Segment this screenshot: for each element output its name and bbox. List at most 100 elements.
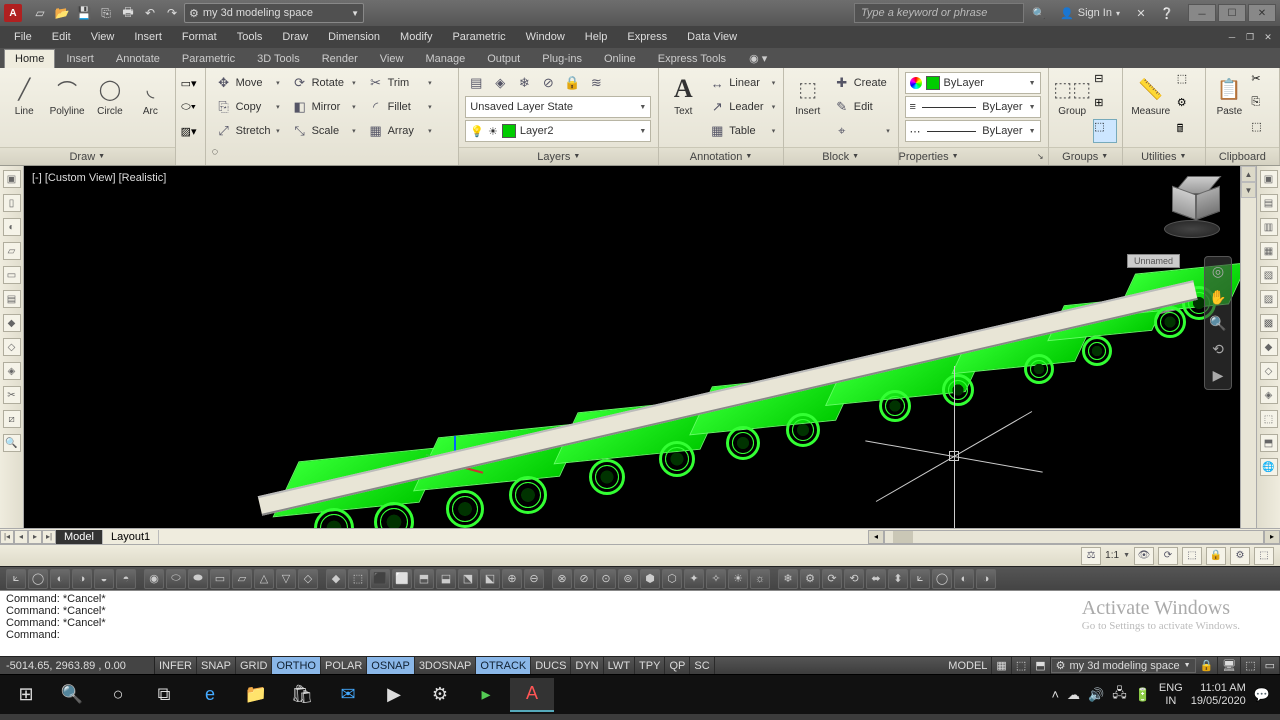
hscroll-left-icon[interactable]: ◂ xyxy=(868,530,884,544)
nav-wheel-icon[interactable]: ◎ xyxy=(1208,261,1228,281)
vertical-scrollbar[interactable]: ▲▼ xyxy=(1240,166,1256,528)
mail-icon[interactable]: ✉ xyxy=(326,678,370,712)
rt-2-icon[interactable]: ▤ xyxy=(1260,194,1278,212)
lt-presspull-icon[interactable]: ▤ xyxy=(3,290,21,308)
mirror-button[interactable]: ◧Mirror▾ xyxy=(288,96,360,118)
mdi-close-icon[interactable]: ✕ xyxy=(1260,30,1276,44)
qat-saveas-icon[interactable]: ⎘ xyxy=(98,5,114,21)
menu-edit[interactable]: Edit xyxy=(42,29,81,45)
bottomtool-11-icon[interactable]: △ xyxy=(254,569,274,589)
store-icon[interactable]: 🛍 xyxy=(280,678,324,712)
nav-pan-icon[interactable]: ✋ xyxy=(1208,287,1228,307)
array-button[interactable]: ▦Array▾ xyxy=(364,120,436,142)
bottomtool-15-icon[interactable]: ⬚ xyxy=(348,569,368,589)
block-create-button[interactable]: ✚Create xyxy=(830,72,894,94)
copy-button[interactable]: ⎘Copy▾ xyxy=(212,96,284,118)
bottomtool-28-icon[interactable]: ⬢ xyxy=(640,569,660,589)
layer-off-icon[interactable]: ⊘ xyxy=(537,72,559,94)
status-toggle-qp[interactable]: QP xyxy=(665,657,690,674)
trim-button[interactable]: ✂Trim▾ xyxy=(364,72,436,94)
rt-5-icon[interactable]: ▧ xyxy=(1260,266,1278,284)
tray-onedrive-icon[interactable]: ☁ xyxy=(1067,687,1080,703)
ribbon-tab-expresstools[interactable]: Express Tools xyxy=(647,49,737,68)
nav-zoom-icon[interactable]: 🔍 xyxy=(1208,313,1228,333)
text-button[interactable]: A Text xyxy=(665,72,701,119)
bottomtool-5-icon[interactable]: ◓ xyxy=(116,569,136,589)
autocad-taskbar-icon[interactable]: A xyxy=(510,678,554,712)
menu-express[interactable]: Express xyxy=(617,29,677,45)
bottomtool-35-icon[interactable]: ⚙ xyxy=(800,569,820,589)
rt-1-icon[interactable]: ▣ xyxy=(1260,170,1278,188)
layer-match-icon[interactable]: ≋ xyxy=(585,72,607,94)
stretch-button[interactable]: ⤢Stretch▾ xyxy=(212,120,284,142)
bottomtool-42-icon[interactable]: ◐ xyxy=(954,569,974,589)
scale-button[interactable]: ⤡Scale▾ xyxy=(288,120,360,142)
bottomtool-43-icon[interactable]: ◑ xyxy=(976,569,996,589)
lt-revolve-icon[interactable]: ◐ xyxy=(3,218,21,236)
menu-view[interactable]: View xyxy=(81,29,125,45)
ungroup-icon[interactable]: ⊟ xyxy=(1094,72,1116,94)
rt-9-icon[interactable]: ◇ xyxy=(1260,362,1278,380)
status-grid-icon[interactable]: ▦ xyxy=(992,657,1011,674)
tab-nav-last-icon[interactable]: ▸| xyxy=(42,530,56,544)
lt-box-icon[interactable]: ▣ xyxy=(3,170,21,188)
copy-clip-icon[interactable]: ⎘ xyxy=(1251,96,1273,118)
circle-button[interactable]: ◯Circle xyxy=(92,72,128,119)
linear-button[interactable]: ↔Linear▾ xyxy=(705,72,779,94)
bottomtool-37-icon[interactable]: ⟲ xyxy=(844,569,864,589)
mdi-minimize-icon[interactable]: － xyxy=(1224,30,1240,44)
bottomtool-0-icon[interactable]: ⟀ xyxy=(6,569,26,589)
bottomtool-13-icon[interactable]: ◇ xyxy=(298,569,318,589)
rt-4-icon[interactable]: ▦ xyxy=(1260,242,1278,260)
explorer-icon[interactable]: 📁 xyxy=(234,678,278,712)
bottomtool-41-icon[interactable]: ◯ xyxy=(932,569,952,589)
bottomtool-27-icon[interactable]: ⊚ xyxy=(618,569,638,589)
bottomtool-14-icon[interactable]: ◆ xyxy=(326,569,346,589)
erase-icon[interactable]: ◌ xyxy=(212,146,234,168)
anno-ws-icon[interactable]: ⬚ xyxy=(1182,547,1202,565)
select-all-icon[interactable]: ⬚ xyxy=(1177,72,1199,94)
viewport[interactable]: [-] [Custom View] [Realistic] xyxy=(24,166,1240,528)
mdi-restore-icon[interactable]: ❐ xyxy=(1242,30,1258,44)
ribbon-tab-view[interactable]: View xyxy=(369,49,415,68)
tab-nav-first-icon[interactable]: |◂ xyxy=(0,530,14,544)
ribbon-tab-home[interactable]: Home xyxy=(4,49,55,68)
rt-13-icon[interactable]: 🌐 xyxy=(1260,458,1278,476)
bottomtool-24-icon[interactable]: ⊗ xyxy=(552,569,572,589)
menu-modify[interactable]: Modify xyxy=(390,29,442,45)
menu-dimension[interactable]: Dimension xyxy=(318,29,390,45)
ribbon-focus-icon[interactable]: ◉ ▾ xyxy=(743,49,773,68)
rectangle-icon[interactable]: ▭▾ xyxy=(178,72,200,94)
help-icon[interactable]: ❔ xyxy=(1156,3,1178,23)
paste-button[interactable]: 📋 Paste xyxy=(1211,72,1247,119)
status-clean-icon[interactable]: ▭ xyxy=(1261,657,1280,674)
lt-slice-icon[interactable]: ⧄ xyxy=(3,410,21,428)
status-toggle-snap[interactable]: SNAP xyxy=(197,657,236,674)
menu-parametric[interactable]: Parametric xyxy=(442,29,515,45)
viewport-label[interactable]: [-] [Custom View] [Realistic] xyxy=(32,172,166,184)
anno-scale-icon[interactable]: ⚖ xyxy=(1081,547,1101,565)
status-toggle-tpy[interactable]: TPY xyxy=(635,657,665,674)
bottomtool-21-icon[interactable]: ⬕ xyxy=(480,569,500,589)
search-button[interactable]: 🔍 xyxy=(50,678,94,712)
bottomtool-25-icon[interactable]: ⊘ xyxy=(574,569,594,589)
status-hw-icon[interactable]: 🖥 xyxy=(1218,657,1241,674)
rt-10-icon[interactable]: ◈ xyxy=(1260,386,1278,404)
bottomtool-22-icon[interactable]: ⊕ xyxy=(502,569,522,589)
status-model-button[interactable]: MODEL xyxy=(944,657,992,674)
window-minimize-button[interactable]: － xyxy=(1188,4,1216,22)
bottomtool-34-icon[interactable]: ❄ xyxy=(778,569,798,589)
layer-current-combo[interactable]: 💡☀Layer2 ▼ xyxy=(465,120,651,142)
menu-help[interactable]: Help xyxy=(575,29,618,45)
window-maximize-button[interactable]: ☐ xyxy=(1218,4,1246,22)
rt-11-icon[interactable]: ⬚ xyxy=(1260,410,1278,428)
tray-clock[interactable]: 11:01 AM 19/05/2020 xyxy=(1191,682,1246,706)
bottomtool-16-icon[interactable]: ⬛ xyxy=(370,569,390,589)
qat-new-icon[interactable]: ▱ xyxy=(32,5,48,21)
insert-button[interactable]: ⬚ Insert xyxy=(790,72,826,119)
quick-select-icon[interactable]: ⚙ xyxy=(1177,96,1199,118)
ribbon-tab-3dtools[interactable]: 3D Tools xyxy=(246,49,311,68)
ribbon-tab-output[interactable]: Output xyxy=(476,49,531,68)
status-toggle-ortho[interactable]: ORTHO xyxy=(272,657,321,674)
ribbon-tab-plug-ins[interactable]: Plug-ins xyxy=(531,49,593,68)
